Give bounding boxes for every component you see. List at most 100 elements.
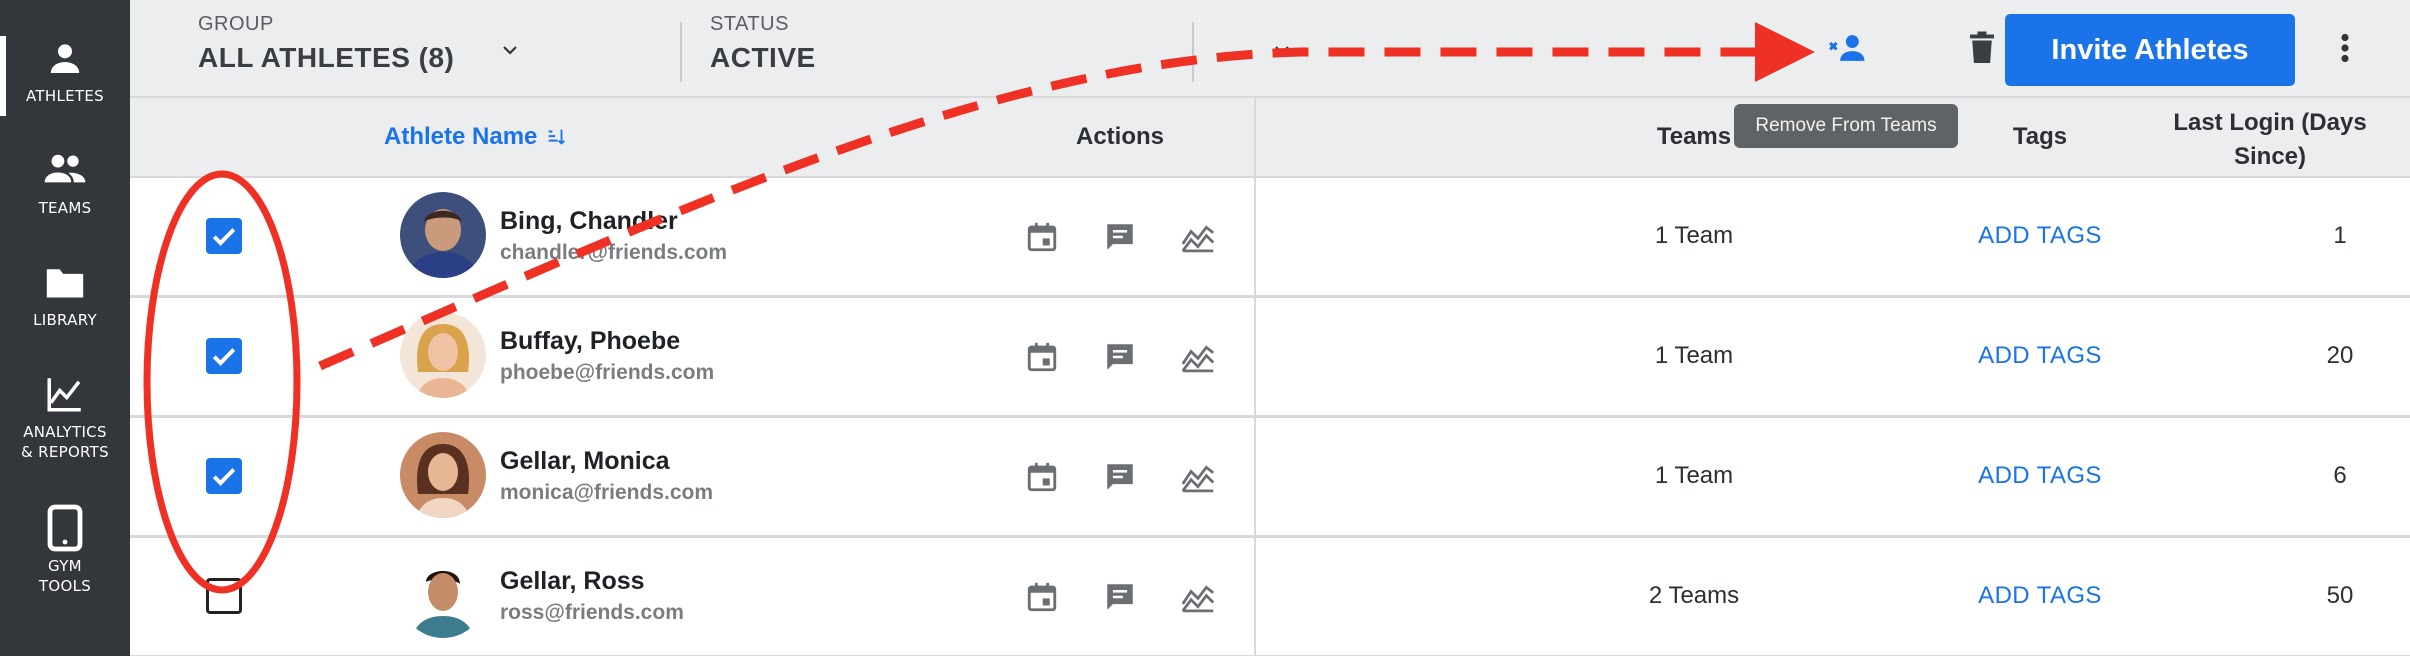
message-button[interactable]	[1100, 337, 1140, 377]
remove-from-teams-button[interactable]	[1818, 18, 1878, 78]
last-login-header: Last Login (Days Since)	[2173, 109, 2367, 170]
athlete-email: phoebe@friends.com	[500, 361, 715, 384]
athlete-name-header-label: Athlete Name	[384, 123, 538, 150]
sidebar-item-label: TEAMS	[38, 199, 92, 217]
team-count: 1 Team	[1654, 462, 1734, 489]
divider	[680, 22, 682, 82]
add-tags-link[interactable]: ADD TAGS	[1950, 342, 2130, 370]
table-row[interactable]: Bing, Chandler chandler@friends.com 1 Te…	[130, 178, 2410, 298]
chart-icon	[37, 366, 93, 422]
avatar	[400, 432, 486, 518]
sidebar-item-athletes[interactable]: ATHLETES	[0, 30, 130, 116]
checkmark-icon	[212, 228, 236, 246]
folder-icon	[37, 254, 93, 310]
message-button[interactable]	[1100, 577, 1140, 617]
group-value: ALL ATHLETES (8)	[198, 42, 455, 73]
sidebar-item-label: ATHLETES	[26, 87, 104, 105]
table-header: Athlete Name Actions Teams Tags Last Log…	[130, 98, 2410, 178]
analytics-button[interactable]	[1178, 577, 1218, 617]
calendar-icon	[1027, 342, 1057, 372]
sort-icon	[549, 129, 566, 145]
trend-chart-icon	[1181, 465, 1215, 493]
analytics-button[interactable]	[1178, 337, 1218, 377]
athlete-name[interactable]: Gellar, Monica	[500, 447, 670, 476]
athlete-name[interactable]: Bing, Chandler	[500, 207, 678, 236]
message-icon	[1107, 464, 1133, 490]
table-row[interactable]: Gellar, Ross ross@friends.com 2 Teams AD…	[130, 538, 2410, 656]
invite-athletes-button[interactable]: Invite Athletes	[2005, 14, 2295, 86]
row-checkbox[interactable]	[206, 338, 242, 374]
team-count: 2 Teams	[1648, 582, 1740, 609]
add-tags-link[interactable]: ADD TAGS	[1950, 582, 2130, 610]
avatar	[400, 312, 486, 398]
athlete-name[interactable]: Buffay, Phoebe	[500, 327, 680, 356]
column-divider	[1254, 98, 1256, 656]
message-button[interactable]	[1100, 217, 1140, 257]
sidebar-item-label: LIBRARY	[33, 311, 97, 329]
last-login-days: 6	[2333, 462, 2347, 489]
tablet-icon	[37, 500, 93, 556]
athlete-email: ross@friends.com	[500, 601, 684, 624]
status-caption: STATUS	[710, 13, 789, 35]
avatar	[400, 192, 486, 278]
add-tags-link[interactable]: ADD TAGS	[1950, 462, 2130, 490]
calendar-button[interactable]	[1022, 457, 1062, 497]
more-options-button[interactable]	[2315, 18, 2375, 78]
sidebar: ATHLETES TEAMS LIBRARY ANALYTICS & REPOR…	[0, 0, 130, 656]
calendar-button[interactable]	[1022, 337, 1062, 377]
row-checkbox[interactable]	[206, 458, 242, 494]
person-icon	[37, 30, 93, 86]
calendar-button[interactable]	[1022, 577, 1062, 617]
table-row[interactable]: Gellar, Monica monica@friends.com 1 Team…	[130, 418, 2410, 538]
status-dropdown[interactable]: STATUS ACTIVE	[710, 0, 1289, 98]
athlete-email: monica@friends.com	[500, 481, 714, 504]
athlete-name-header[interactable]: Athlete Name	[384, 123, 567, 151]
row-checkbox[interactable]	[206, 578, 242, 614]
actions-header: Actions	[1076, 123, 1165, 150]
status-value: ACTIVE	[710, 42, 816, 73]
trend-chart-icon	[1181, 345, 1215, 373]
message-button[interactable]	[1100, 457, 1140, 497]
group-dropdown[interactable]: GROUP ALL ATHLETES (8)	[198, 0, 718, 98]
calendar-icon	[1027, 582, 1057, 612]
row-checkbox[interactable]	[206, 218, 242, 254]
last-login-days: 50	[2326, 582, 2354, 609]
calendar-icon	[1027, 462, 1057, 492]
last-login-days: 1	[2333, 222, 2347, 249]
delete-button[interactable]	[1952, 18, 2012, 78]
sidebar-item-label: GYM TOOLS	[38, 557, 92, 595]
message-icon	[1107, 224, 1133, 250]
divider	[1192, 22, 1194, 82]
sidebar-item-analytics[interactable]: ANALYTICS & REPORTS	[0, 366, 130, 462]
athlete-email: chandler@friends.com	[500, 241, 728, 264]
checkmark-icon	[212, 348, 236, 366]
calendar-icon	[1027, 222, 1057, 252]
avatar	[400, 552, 486, 638]
group-icon	[37, 142, 93, 198]
sidebar-item-teams[interactable]: TEAMS	[0, 142, 130, 218]
athlete-name[interactable]: Gellar, Ross	[500, 567, 645, 596]
team-count: 1 Team	[1654, 222, 1734, 249]
sidebar-item-library[interactable]: LIBRARY	[0, 254, 130, 330]
group-caption: GROUP	[198, 13, 274, 35]
message-icon	[1107, 344, 1133, 370]
trend-chart-icon	[1181, 585, 1215, 613]
more-vertical-icon	[2341, 33, 2349, 63]
analytics-button[interactable]	[1178, 457, 1218, 497]
chevron-down-icon	[503, 46, 517, 55]
last-login-days: 20	[2326, 342, 2354, 369]
team-count: 1 Team	[1654, 342, 1734, 369]
chevron-down-icon	[1275, 46, 1289, 55]
message-icon	[1107, 584, 1133, 610]
analytics-button[interactable]	[1178, 217, 1218, 257]
trash-icon	[1970, 31, 1994, 63]
sidebar-item-gym-tools[interactable]: GYM TOOLS	[0, 500, 130, 596]
tooltip: Remove From Teams	[1734, 104, 1958, 148]
table-row[interactable]: Buffay, Phoebe phoebe@friends.com 1 Team…	[130, 298, 2410, 418]
sidebar-item-label: ANALYTICS & REPORTS	[21, 423, 109, 461]
tags-header: Tags	[2012, 123, 2068, 150]
add-tags-link[interactable]: ADD TAGS	[1950, 222, 2130, 250]
calendar-button[interactable]	[1022, 217, 1062, 257]
toolbar: GROUP ALL ATHLETES (8) STATUS ACTIVE Inv…	[130, 0, 2410, 98]
checkmark-icon	[212, 468, 236, 486]
